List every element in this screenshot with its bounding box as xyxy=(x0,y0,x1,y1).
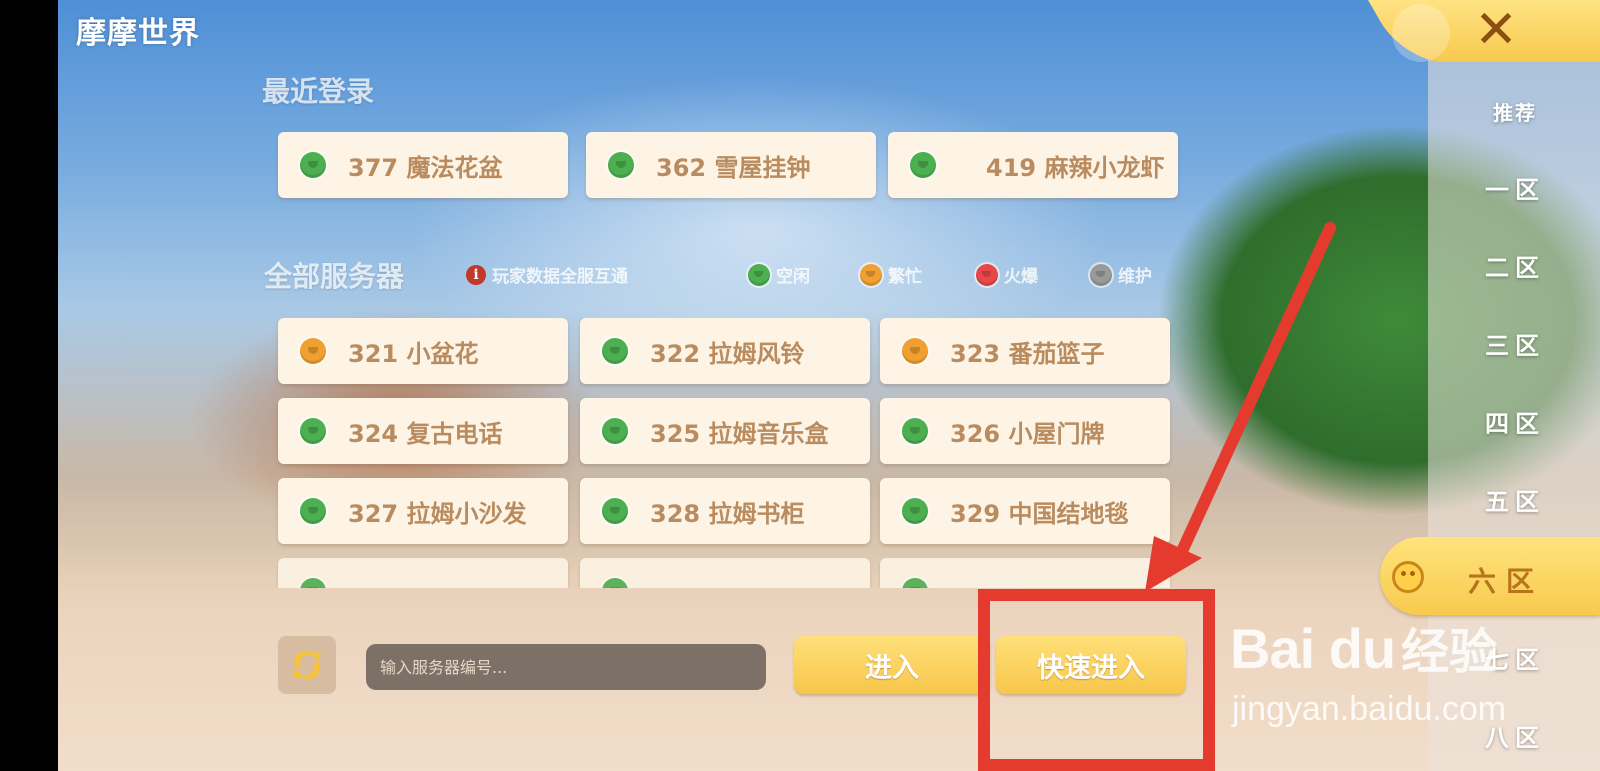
watermark-suffix: 经验 xyxy=(1401,624,1498,680)
watermark-logo: Bai du xyxy=(1230,617,1396,680)
annotation-highlight-box xyxy=(978,589,1215,771)
watermark: Bai du 经验 xyxy=(1230,612,1497,682)
watermark-url: jingyan.baidu.com xyxy=(1232,690,1507,728)
